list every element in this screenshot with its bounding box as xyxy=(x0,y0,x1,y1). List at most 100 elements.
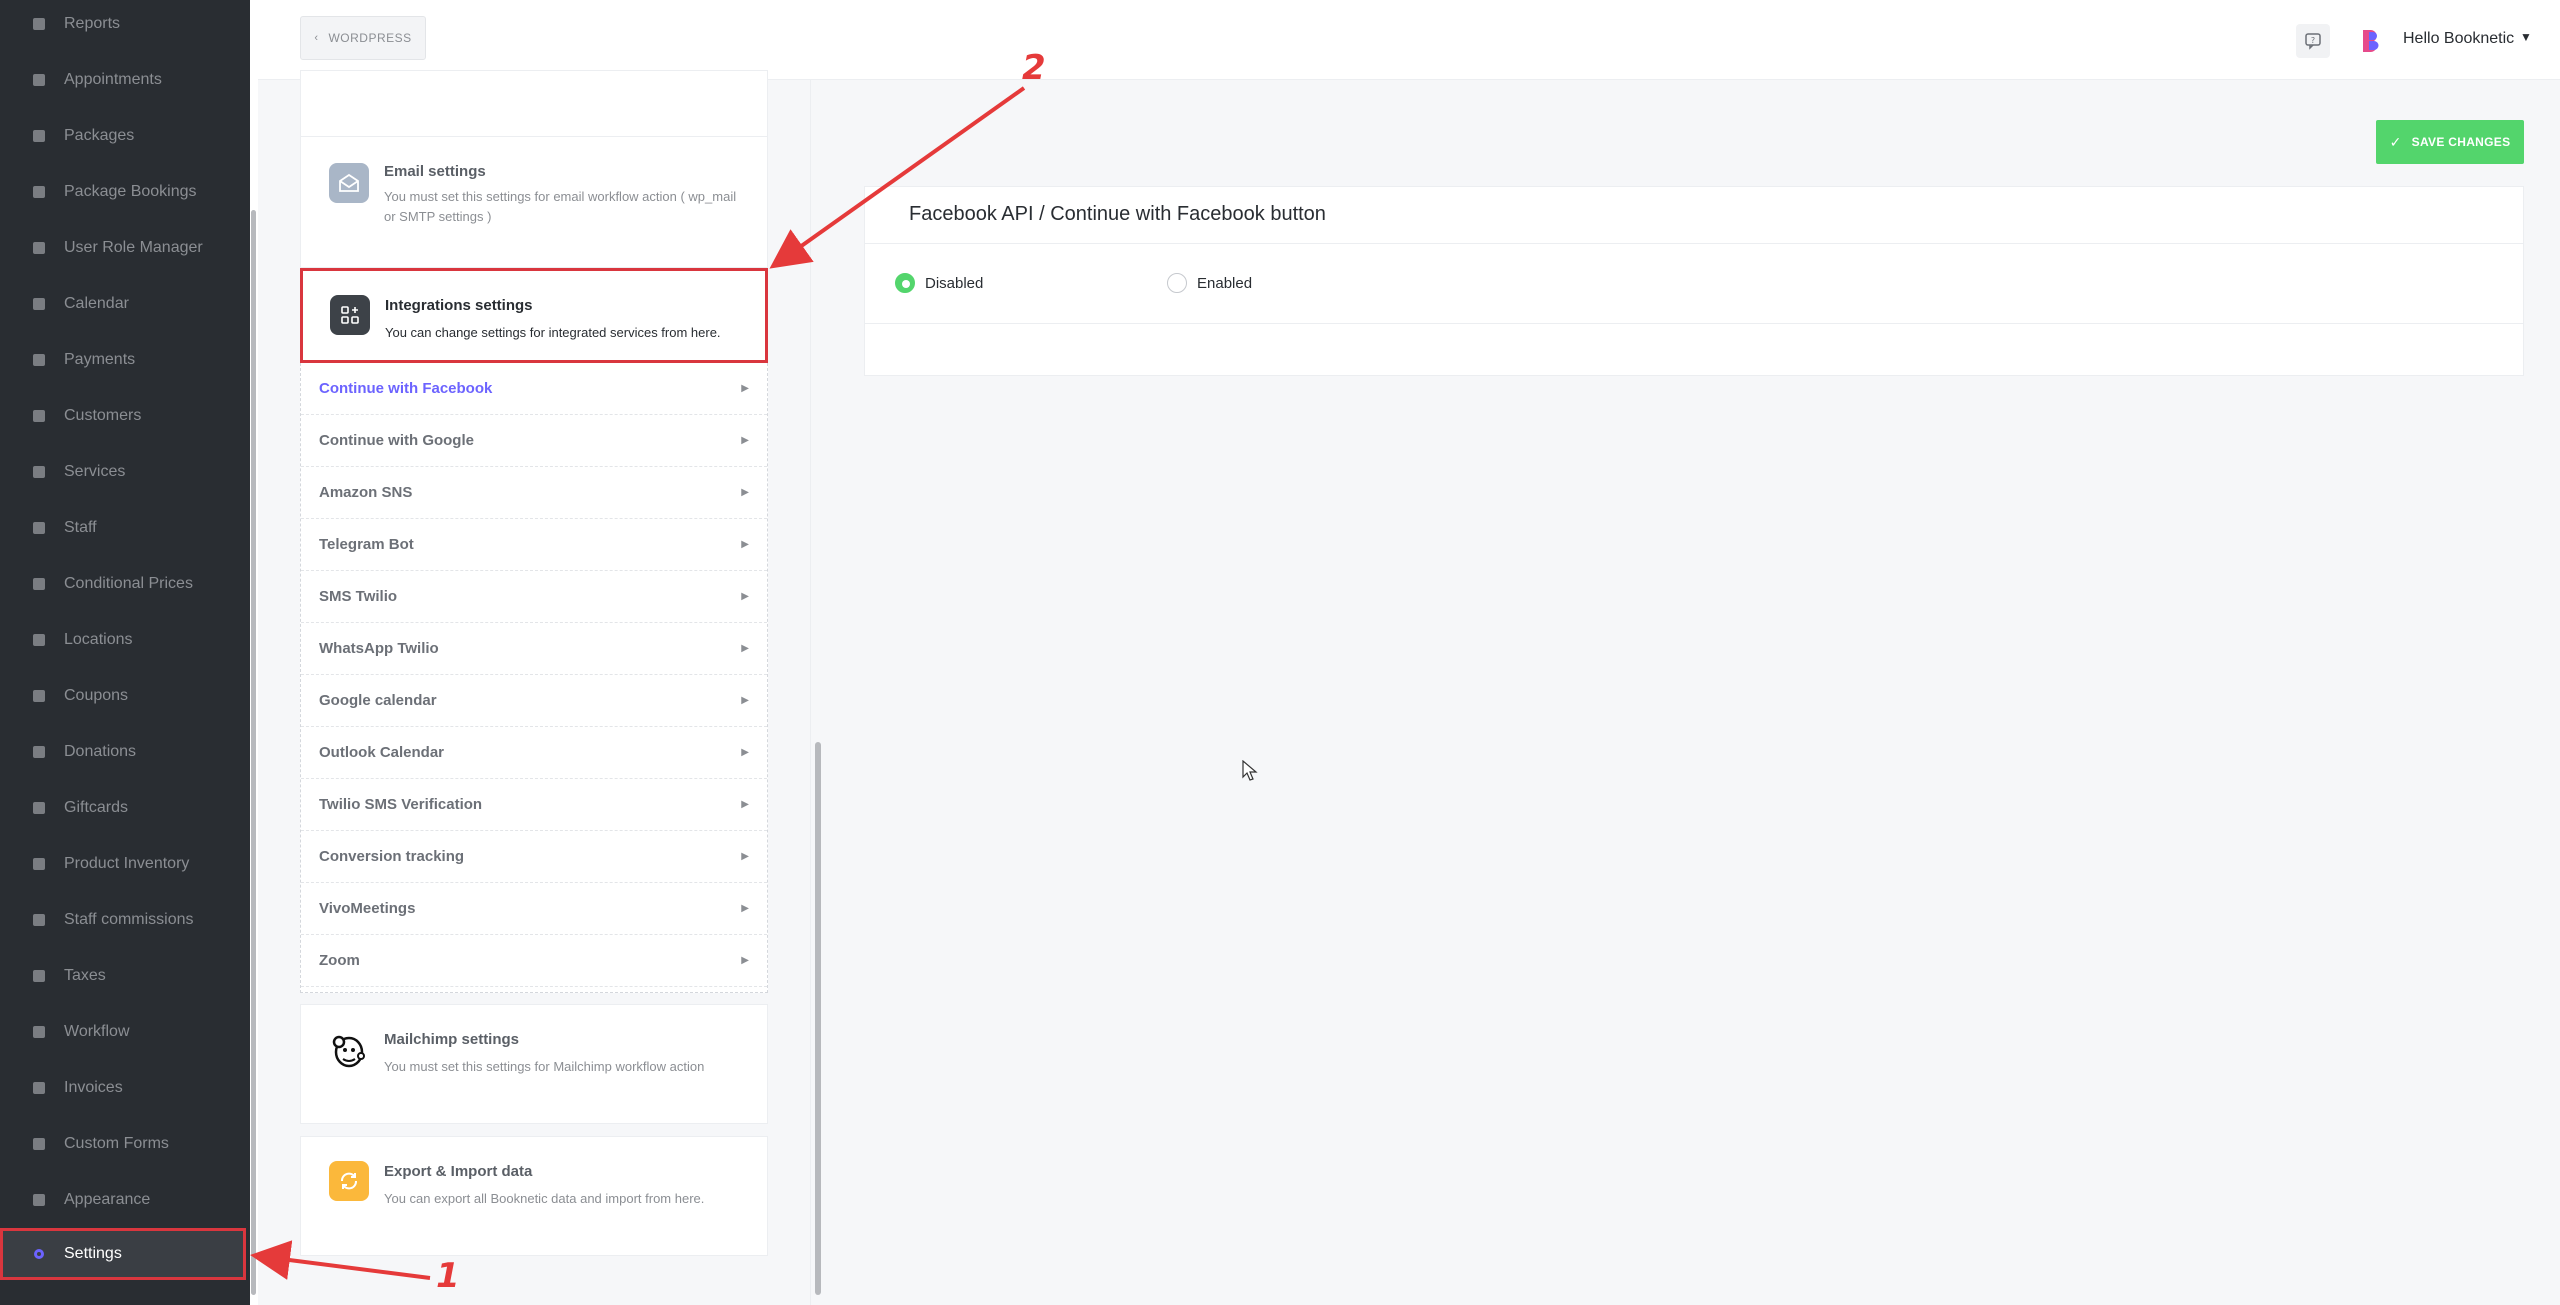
submenu-item-telegram-bot[interactable]: Telegram Bot ▶ xyxy=(301,519,767,571)
invoice-icon xyxy=(30,1079,48,1097)
integrations-settings-desc: You can change settings for integrated s… xyxy=(385,325,721,340)
caret-right-icon: ▶ xyxy=(741,539,749,550)
sidebar-item-staff[interactable]: Staff xyxy=(0,502,246,554)
submenu-item-label: SMS Twilio xyxy=(319,588,398,605)
sidebar-item-locations[interactable]: Locations xyxy=(0,614,246,666)
submenu-item-label: Google calendar xyxy=(319,692,437,709)
sidebar-item-invoices[interactable]: Invoices xyxy=(0,1062,246,1114)
submenu-item-conversion-tracking[interactable]: Conversion tracking ▶ xyxy=(301,831,767,883)
sidebar-item-label: Packages xyxy=(64,127,135,144)
submenu-item-label: VivoMeetings xyxy=(319,900,416,917)
sidebar-item-package-bookings[interactable]: Package Bookings xyxy=(0,166,246,218)
sidebar-item-appointments[interactable]: Appointments xyxy=(0,54,246,106)
annotation-number-1: 1 xyxy=(436,1256,460,1296)
sidebar-item-label: Conditional Prices xyxy=(64,575,193,592)
radio-disabled[interactable]: Disabled xyxy=(895,273,983,293)
sidebar-scrollbar[interactable] xyxy=(250,0,258,1305)
submenu-item-amazon-sns[interactable]: Amazon SNS ▶ xyxy=(301,467,767,519)
submenu-item-zoom[interactable]: Zoom ▶ xyxy=(301,935,767,987)
sidebar-item-label: Staff commissions xyxy=(64,911,194,928)
sidebar-item-reports[interactable]: Reports xyxy=(0,0,246,50)
submenu-item-google-calendar[interactable]: Google calendar ▶ xyxy=(301,675,767,727)
caret-right-icon: ▶ xyxy=(741,903,749,914)
radio-disabled-dot[interactable] xyxy=(895,273,915,293)
sidebar-item-giftcards[interactable]: Giftcards xyxy=(0,782,246,834)
sidebar-item-coupons[interactable]: Coupons xyxy=(0,670,246,722)
chart-icon xyxy=(30,15,48,33)
mailchimp-settings-card[interactable]: Mailchimp settings You must set this set… xyxy=(300,1004,768,1124)
sidebar-item-product-inventory[interactable]: Product Inventory xyxy=(0,838,246,890)
sidebar-item-packages[interactable]: Packages xyxy=(0,110,246,162)
sidebar-item-conditional-prices[interactable]: Conditional Prices xyxy=(0,558,246,610)
submenu-item-outlook-calendar[interactable]: Outlook Calendar ▶ xyxy=(301,727,767,779)
caret-right-icon: ▶ xyxy=(741,747,749,758)
back-to-wordpress-label: WORDPRESS xyxy=(328,31,412,45)
sidebar-scrollbar-thumb[interactable] xyxy=(251,210,256,1295)
submenu-item-whatsapp-twilio[interactable]: WhatsApp Twilio ▶ xyxy=(301,623,767,675)
submenu-item-twilio-sms-verification[interactable]: Twilio SMS Verification ▶ xyxy=(301,779,767,831)
save-changes-button[interactable]: ✓ SAVE CHANGES xyxy=(2376,120,2524,164)
sidebar-item-user-role-manager[interactable]: User Role Manager xyxy=(0,222,246,274)
sidebar-item-custom-forms[interactable]: Custom Forms xyxy=(0,1118,246,1170)
location-arrow-icon xyxy=(30,631,48,649)
gear-icon xyxy=(30,1245,48,1263)
sidebar-item-label: Appointments xyxy=(64,71,162,88)
submenu-item-continue-with-facebook[interactable]: Continue with Facebook ▶ xyxy=(301,363,767,415)
user-greeting[interactable]: Hello Booknetic xyxy=(2403,30,2514,48)
sidebar-item-donations[interactable]: Donations xyxy=(0,726,246,778)
sidebar-item-workflow[interactable]: Workflow xyxy=(0,1006,246,1058)
sidebar-item-settings[interactable]: Settings xyxy=(0,1228,246,1280)
sidebar-item-label: Taxes xyxy=(64,967,106,984)
sidebar-item-label: Settings xyxy=(64,1245,122,1262)
radio-enabled-dot[interactable] xyxy=(1167,273,1187,293)
percent-icon xyxy=(30,967,48,985)
panel-title: Facebook API / Continue with Facebook bu… xyxy=(909,203,1326,225)
help-button[interactable]: ? xyxy=(2296,24,2330,58)
sidebar-item-label: Product Inventory xyxy=(64,855,190,872)
radio-disabled-label: Disabled xyxy=(925,274,984,292)
submenu-item-label: Continue with Facebook xyxy=(319,380,493,397)
booknetic-logo-icon xyxy=(2363,30,2379,52)
radio-enabled-label: Enabled xyxy=(1197,274,1253,292)
sidebar-item-label: Custom Forms xyxy=(64,1135,169,1152)
submenu-item-continue-with-google[interactable]: Continue with Google ▶ xyxy=(301,415,767,467)
top-bar: ‹ WORDPRESS ? Hello Booknetic ▼ xyxy=(258,0,2560,80)
caret-right-icon: ▶ xyxy=(741,591,749,602)
facebook-settings-panel: Facebook API / Continue with Facebook bu… xyxy=(864,186,2524,376)
export-import-card[interactable]: Export & Import data You can export all … xyxy=(300,1136,768,1256)
sidebar-item-label: Giftcards xyxy=(64,799,129,816)
integrations-settings-card[interactable]: Integrations settings You can change set… xyxy=(300,268,768,363)
settings-column-scrollbar-thumb[interactable] xyxy=(815,742,821,1295)
sidebar-item-customers[interactable]: Customers xyxy=(0,390,246,442)
submenu-item-label: Amazon SNS xyxy=(319,484,413,501)
sidebar-item-label: Staff xyxy=(64,519,97,536)
sidebar-item-services[interactable]: Services xyxy=(0,446,246,498)
sidebar-item-taxes[interactable]: Taxes xyxy=(0,950,246,1002)
envelope-icon xyxy=(329,163,369,203)
gift-icon xyxy=(30,799,48,817)
mailchimp-settings-title: Mailchimp settings xyxy=(384,1031,520,1048)
radio-enabled[interactable]: Enabled xyxy=(1167,273,1252,293)
sidebar-item-staff-commissions[interactable]: Staff commissions xyxy=(0,894,246,946)
sidebar-item-appearance[interactable]: Appearance xyxy=(0,1174,246,1226)
settings-column-scrollbar[interactable] xyxy=(810,80,824,1305)
sidebar-item-payments[interactable]: Payments xyxy=(0,334,246,386)
email-settings-desc: You must set this settings for email wor… xyxy=(384,189,737,224)
sidebar-item-calendar[interactable]: Calendar xyxy=(0,278,246,330)
back-to-wordpress-button[interactable]: ‹ WORDPRESS xyxy=(300,16,426,60)
brush-icon xyxy=(30,1191,48,1209)
email-settings-card[interactable]: Email settings You must set this setting… xyxy=(300,136,768,268)
workflow-icon xyxy=(30,1023,48,1041)
panel-divider-bottom xyxy=(865,323,2523,324)
caret-right-icon: ▶ xyxy=(741,435,749,446)
submenu-item-label: Conversion tracking xyxy=(319,848,465,865)
caret-right-icon: ▶ xyxy=(741,799,749,810)
mailchimp-settings-desc: You must set this settings for Mailchimp… xyxy=(384,1059,705,1074)
sync-icon xyxy=(329,1161,369,1201)
chevron-down-icon[interactable]: ▼ xyxy=(2520,30,2532,44)
user-plus-icon xyxy=(30,239,48,257)
submenu-item-sms-twilio[interactable]: SMS Twilio ▶ xyxy=(301,571,767,623)
caret-right-icon: ▶ xyxy=(741,955,749,966)
submenu-item-vivomeetings[interactable]: VivoMeetings ▶ xyxy=(301,883,767,935)
tools-icon xyxy=(30,855,48,873)
